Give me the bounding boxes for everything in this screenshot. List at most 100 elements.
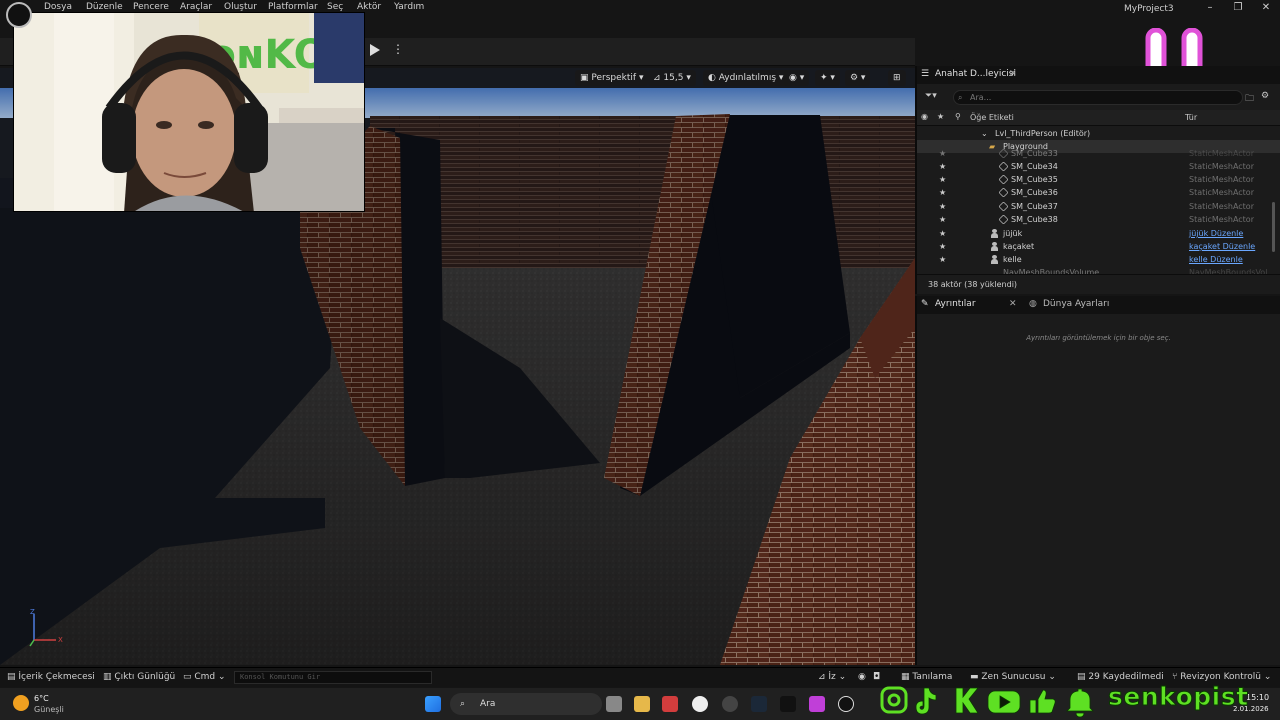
menu-tools[interactable]: Araçlar (180, 2, 212, 12)
menu-create[interactable]: Oluştur (224, 2, 257, 12)
fov-dropdown[interactable]: ⊿ 15,5 ▾ (648, 70, 696, 86)
content-drawer-button[interactable]: ▤ İçerik Çekmecesi (7, 672, 95, 682)
static-mesh-icon (998, 174, 1009, 185)
menu-window[interactable]: Pencere (133, 2, 169, 12)
table-row[interactable]: ★ SM_Cube35 StaticMeshActor (917, 173, 1280, 186)
row-name: kelle (1003, 255, 1022, 264)
console-input[interactable]: Konsol Komutunu Gir (234, 671, 432, 684)
unreal-logo-icon[interactable] (6, 2, 32, 28)
epic-games-icon[interactable] (780, 696, 796, 712)
world-icon: ◍ (1029, 299, 1037, 309)
play-icon[interactable] (370, 44, 380, 56)
table-row[interactable]: ★ kaçaket kaçaket Düzenle (917, 240, 1280, 253)
col-item-label[interactable]: Öğe Etiketi (970, 113, 1014, 122)
perspective-dropdown[interactable]: ▣ Perspektif ▾ (575, 70, 649, 86)
star-icon: ★ (939, 149, 947, 158)
pin-icon[interactable]: ⚲ (955, 112, 961, 121)
search-icon: ⌕ (958, 93, 963, 102)
table-row[interactable]: ★ SM_Cube38 StaticMeshActor (917, 213, 1280, 226)
pawn-icon (991, 255, 998, 264)
edit-blueprint-link[interactable]: kaçaket Düzenle (1189, 240, 1255, 253)
axis-z-label: Z (30, 608, 35, 616)
chevron-down-icon: ⌄ (981, 129, 988, 138)
more-options-icon[interactable]: ⋮ (392, 42, 404, 56)
row-type: StaticMeshActor (1189, 202, 1254, 211)
github-icon[interactable] (722, 696, 738, 712)
console-placeholder: Konsol Komutunu Gir (240, 673, 321, 681)
outliner-menu-icon[interactable]: ☰ (921, 69, 929, 79)
fov-value: 15,5 (663, 73, 684, 83)
details-tab-bar: ✎ Ayrıntılar ✕ ◍ Dünya Ayarları (917, 296, 1280, 314)
edit-blueprint-link[interactable]: kelle Düzenle (1189, 253, 1243, 266)
menu-file[interactable]: Dosya (44, 2, 72, 12)
maximize-icon[interactable]: ❐ (1231, 2, 1245, 13)
table-row[interactable]: ★ SM_Cube34 StaticMeshActor (917, 160, 1280, 173)
cmd-dropdown[interactable]: ▭ Cmd ⌄ (183, 672, 226, 682)
static-mesh-icon (998, 214, 1009, 225)
realtime-icon[interactable]: ✦ ▾ (815, 70, 840, 86)
output-log-button[interactable]: ▥ Çıktı Günlüğü (103, 672, 175, 682)
outliner-settings-icon[interactable]: ⚙ (1261, 91, 1269, 101)
kick-icon (955, 687, 979, 714)
row-name: SM_Cube34 (1011, 162, 1058, 171)
close-tab-icon[interactable]: ✕ (1009, 299, 1017, 309)
tab-world-settings[interactable]: Dünya Ayarları (1043, 299, 1109, 309)
row-name: SM_Cube38 (1011, 215, 1058, 224)
visibility-eye-icon[interactable]: ◉ (921, 112, 928, 121)
chrome-icon[interactable] (692, 696, 708, 712)
outliner-search-input[interactable]: ⌕ Ara... (953, 90, 1243, 105)
layout-grid-icon[interactable]: ⊞ (888, 70, 906, 86)
favorite-star-icon[interactable]: ★ (937, 112, 944, 121)
menu-platforms[interactable]: Platformlar (268, 2, 318, 12)
weather-sun-icon[interactable] (13, 695, 29, 711)
steam-icon[interactable] (751, 696, 767, 712)
static-mesh-icon (998, 161, 1009, 172)
table-row[interactable]: ★ SM_Cube33 StaticMeshActor (917, 147, 1280, 160)
unsaved-label: 29 Kaydedilmedi (1088, 672, 1164, 682)
actor-count: 38 aktör (38 yüklendi) (917, 274, 1280, 294)
settings-gear-icon[interactable]: ⚙ ▾ (845, 70, 871, 86)
menu-select[interactable]: Seç (327, 2, 343, 12)
windows-start-icon[interactable] (425, 696, 441, 712)
zen-label: Zen Sunucusu (981, 672, 1046, 682)
table-row[interactable]: ★ kelle kelle Düzenle (917, 253, 1280, 266)
outliner-tab-bar: ☰ Anahat D...leyicisi ✕ (917, 66, 1280, 84)
revision-control-dropdown[interactable]: ⑂ Revizyon Kontrolü ⌄ (1172, 672, 1271, 682)
pawn-icon (991, 229, 998, 238)
table-row[interactable]: ★ SM_Cube37 StaticMeshActor (917, 200, 1280, 213)
close-icon[interactable]: ✕ (1259, 2, 1273, 13)
zen-server-dropdown[interactable]: ▬ Zen Sunucusu ⌄ (970, 672, 1056, 682)
add-folder-icon[interactable]: 🗀 (1245, 91, 1254, 107)
record-icon[interactable]: ◉ (858, 672, 866, 682)
file-explorer-icon[interactable] (634, 696, 650, 712)
edit-blueprint-link[interactable]: jüjük Düzenle (1189, 227, 1243, 240)
menu-edit[interactable]: Düzenle (86, 2, 123, 12)
close-tab-icon[interactable]: ✕ (1009, 69, 1017, 79)
col-type[interactable]: Tür (1185, 113, 1197, 122)
level-row[interactable]: ⌄ Lvl_ThirdPerson (Editör) (917, 127, 1280, 140)
task-view-icon[interactable] (606, 696, 622, 712)
lighting-dropdown[interactable]: ◐ Aydınlatılmış ▾ (703, 70, 789, 86)
details-icon: ✎ (921, 299, 929, 309)
filter-icon[interactable]: ⏷▾ (925, 91, 937, 101)
unreal-engine-icon[interactable] (838, 696, 854, 712)
minimize-icon[interactable]: – (1203, 2, 1217, 13)
outliner-scrollbar[interactable] (1272, 202, 1275, 252)
show-eye-icon[interactable]: ◉ ▾ (784, 70, 810, 86)
unsaved-button[interactable]: ▤ 29 Kaydedilmedi (1077, 672, 1164, 682)
menu-actor[interactable]: Aktör (357, 2, 381, 12)
trace-label: İz (828, 672, 836, 682)
diagnostics-button[interactable]: ▦ Tanılama (901, 672, 952, 682)
store-icon[interactable] (662, 696, 678, 712)
table-row[interactable]: ★ jüjük jüjük Düzenle (917, 227, 1280, 240)
table-row[interactable]: NavMeshBoundsVolume NavMeshBoundsVol (917, 266, 1280, 274)
app-icon[interactable] (809, 696, 825, 712)
screenshot-icon[interactable]: ◘ (873, 672, 880, 682)
tab-details[interactable]: Ayrıntılar (935, 299, 976, 309)
content-drawer-label: İçerik Çekmecesi (18, 672, 95, 682)
table-row[interactable]: ★ SM_Cube36 StaticMeshActor (917, 186, 1280, 199)
tab-outliner[interactable]: Anahat D...leyicisi (935, 69, 1016, 79)
menu-help[interactable]: Yardım (394, 2, 424, 12)
taskbar-search[interactable]: ⌕ Ara (450, 693, 602, 715)
trace-dropdown[interactable]: ⊿ İz ⌄ (818, 672, 846, 682)
